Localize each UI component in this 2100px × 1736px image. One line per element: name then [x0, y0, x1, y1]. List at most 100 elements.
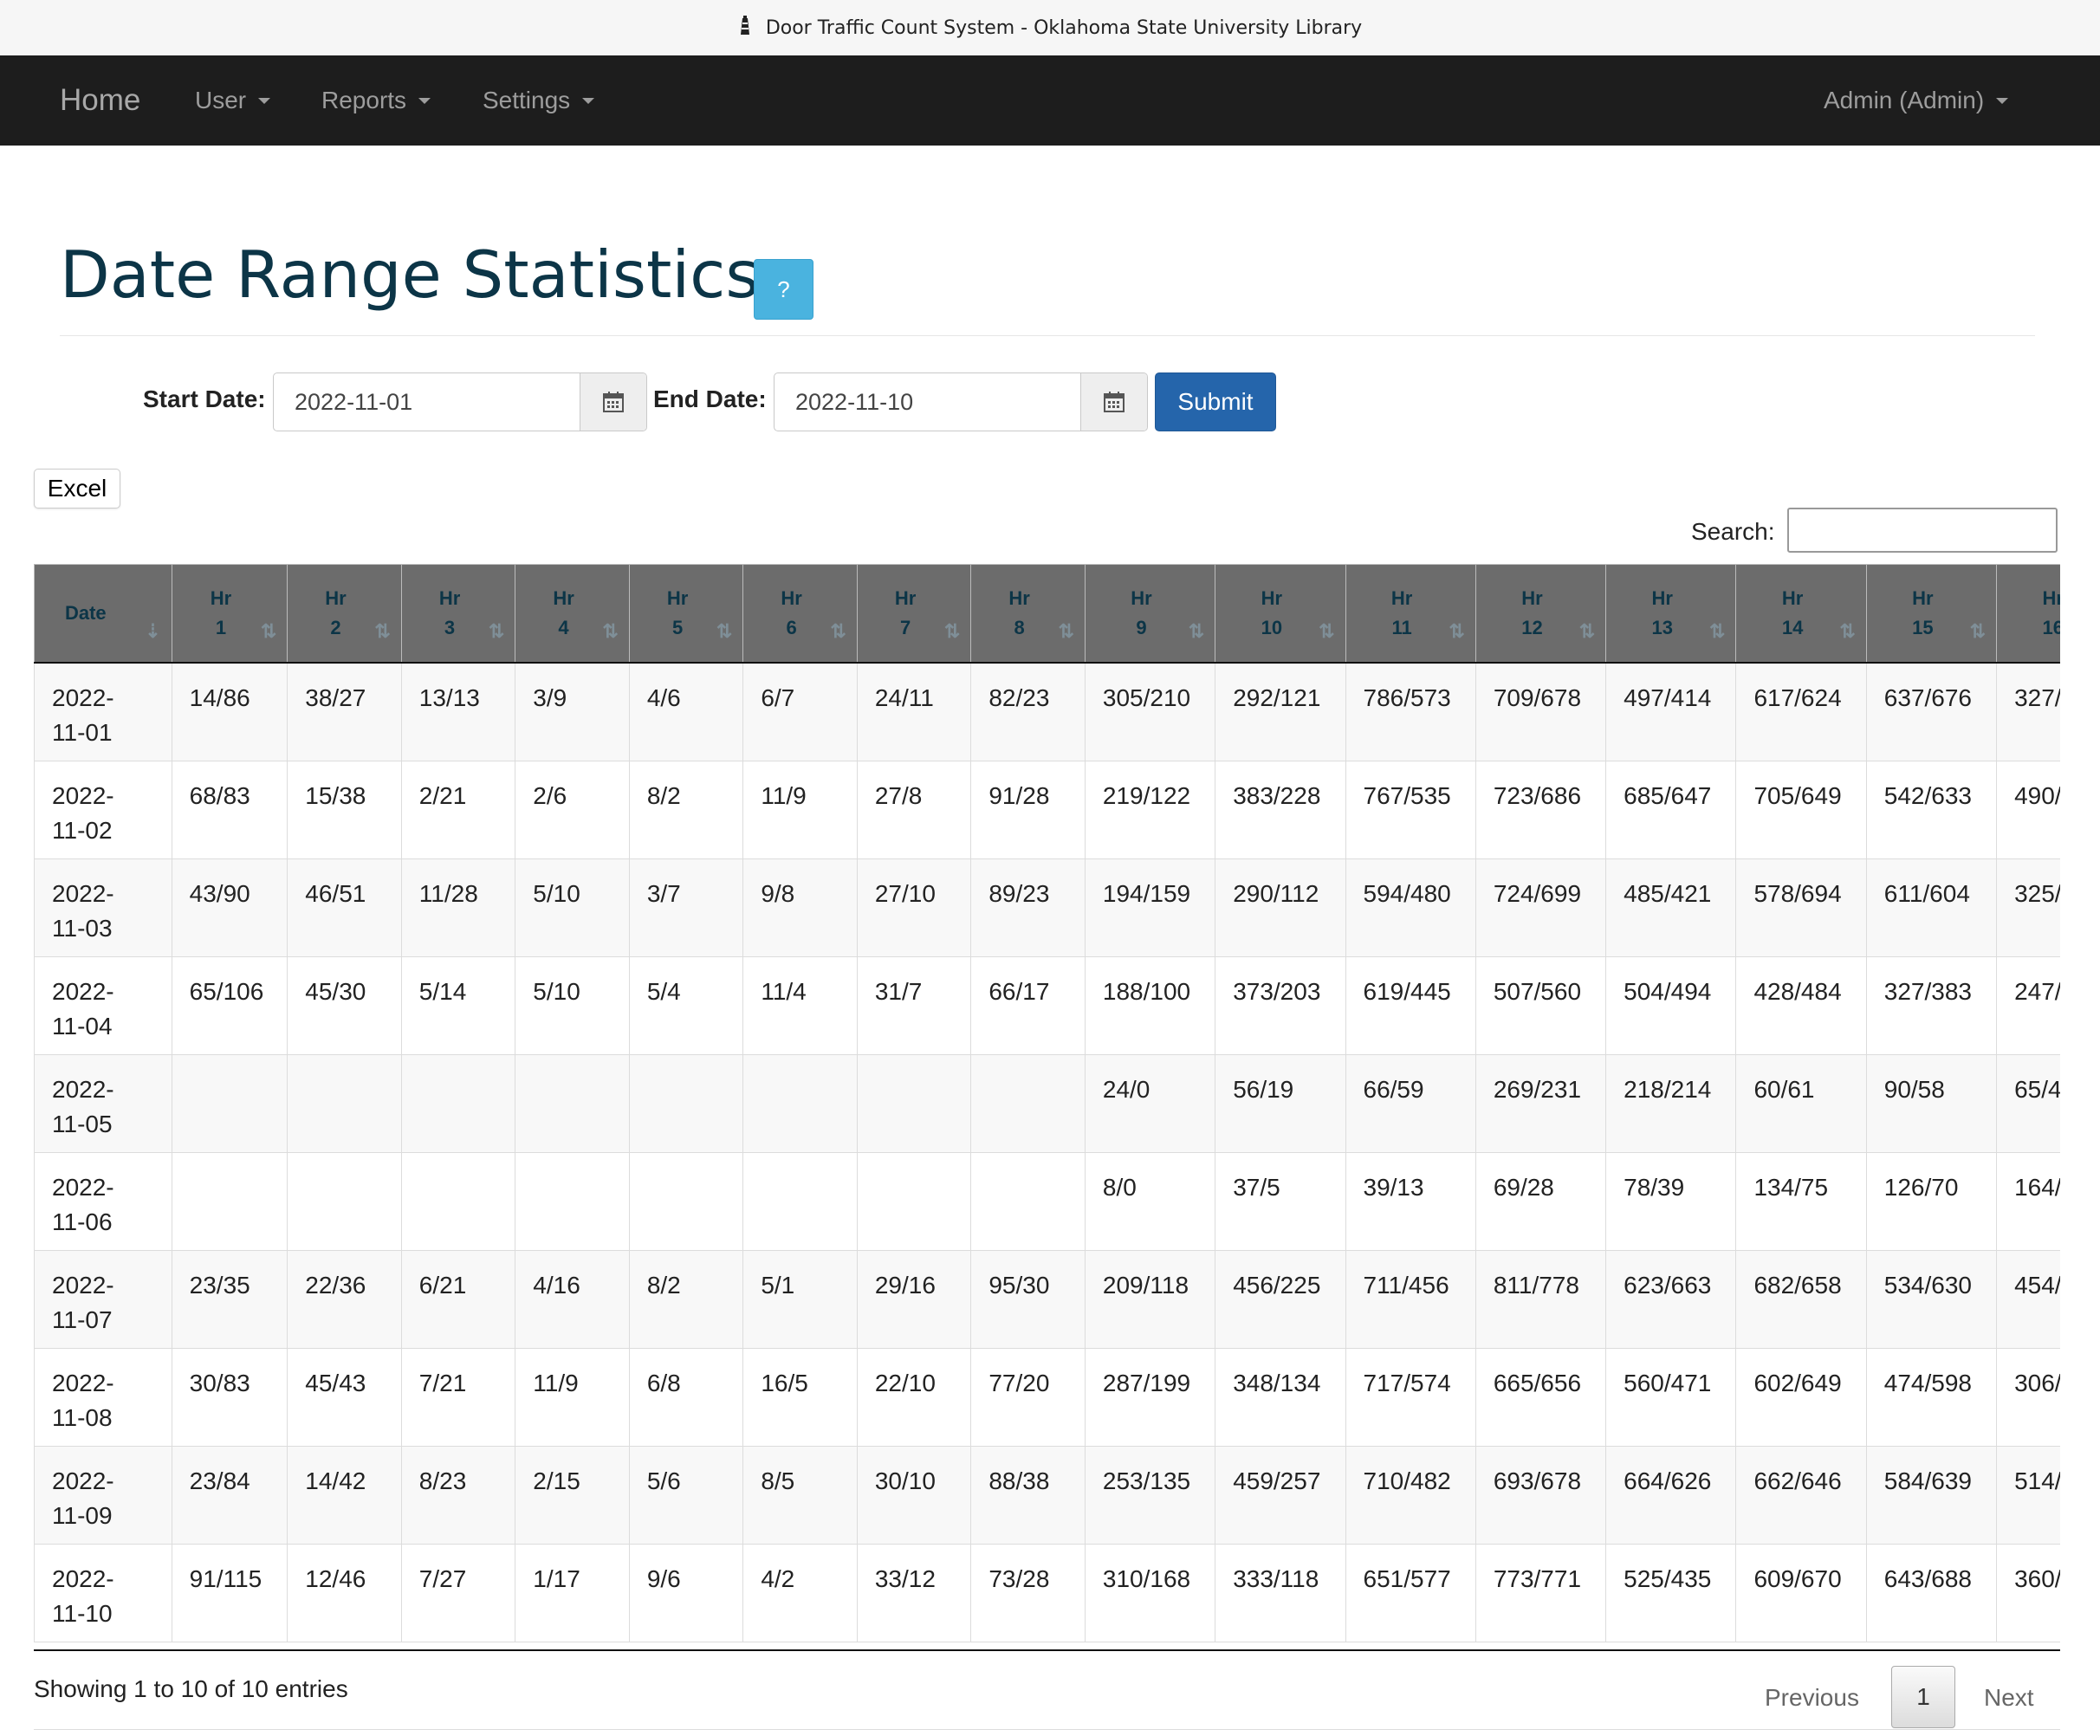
- table-cell: 710/482: [1345, 1445, 1476, 1545]
- column-header-hr-11[interactable]: Hr 11 ⇅: [1345, 564, 1476, 664]
- nav-reports-menu[interactable]: Reports: [321, 55, 431, 146]
- pagination-page-1[interactable]: 1: [1891, 1666, 1955, 1728]
- column-header-hr-8[interactable]: Hr 8 ⇅: [970, 564, 1086, 664]
- table-cell: 685/647: [1605, 760, 1737, 859]
- excel-export-button[interactable]: Excel: [34, 469, 120, 508]
- sort-icon[interactable]: ⇅: [716, 620, 732, 643]
- table-cell: 637/676: [1865, 662, 1998, 761]
- chevron-down-icon: [1996, 97, 2009, 104]
- table-cell: 29/16: [856, 1249, 972, 1349]
- table-row: 2022- 11-07 23/35 22/36 6/21 4/16 8/2 5/1 29/16 9…: [34, 1249, 2060, 1349]
- column-header-line1: Hr: [553, 587, 574, 609]
- column-header-line1: Hr: [438, 587, 461, 609]
- sort-icon[interactable]: ⇅: [374, 620, 390, 643]
- table-cell: 2/15: [515, 1445, 630, 1545]
- column-header-hr-14[interactable]: Hr 14 ⇅: [1735, 564, 1867, 664]
- table-cell: [628, 1053, 744, 1153]
- top-navbar: Home User Reports Settings Admin (Admin): [0, 55, 2100, 146]
- column-header-hr-3[interactable]: Hr 3 ⇅: [400, 564, 516, 664]
- pagination-previous[interactable]: Previous: [1765, 1684, 1859, 1712]
- table-cell: 348/134: [1215, 1347, 1346, 1447]
- table-cell: 682/658: [1735, 1249, 1867, 1349]
- date-cell: 2022- 11-06: [34, 1151, 172, 1251]
- column-header-line1: Hr: [1651, 587, 1673, 609]
- sort-icon[interactable]: ⇅: [261, 620, 276, 643]
- table-cell: [171, 1053, 288, 1153]
- column-header-hr-10[interactable]: Hr 10 ⇅: [1215, 564, 1346, 664]
- sort-icon[interactable]: ⇅: [944, 620, 960, 643]
- lighthouse-icon: [738, 14, 752, 42]
- calendar-icon[interactable]: [1080, 373, 1147, 431]
- table-cell: 1/17: [515, 1543, 630, 1642]
- pagination-next[interactable]: Next: [1984, 1684, 2034, 1712]
- table-cell: 786/573: [1345, 662, 1476, 761]
- sort-icon[interactable]: ⇅: [1709, 620, 1725, 643]
- column-header-line1: Hr: [325, 587, 347, 609]
- column-header-hr-7[interactable]: Hr 7 ⇅: [856, 564, 972, 664]
- table-cell: 9/6: [628, 1543, 744, 1642]
- column-header-date[interactable]: Date ⇣: [34, 564, 172, 664]
- nav-user-menu[interactable]: User: [195, 55, 271, 146]
- start-date-input[interactable]: 2022-11-01: [274, 373, 580, 431]
- sort-icon[interactable]: ⇅: [830, 620, 846, 643]
- footer-divider: [34, 1729, 2060, 1730]
- table-cell: 45/30: [287, 955, 402, 1055]
- sort-icon[interactable]: ⇅: [1839, 620, 1855, 643]
- search-input[interactable]: [1787, 508, 2058, 553]
- column-header-hr-2[interactable]: Hr 2 ⇅: [287, 564, 402, 664]
- table-cell: 609/670: [1735, 1543, 1867, 1642]
- nav-settings-label: Settings: [483, 87, 571, 113]
- column-header-hr-4[interactable]: Hr 4 ⇅: [515, 564, 630, 664]
- window-titlebar: Door Traffic Count System - Oklahoma Sta…: [0, 0, 2100, 56]
- column-header-hr-16[interactable]: Hr16⇅: [1996, 564, 2060, 664]
- date-year: 2022-: [52, 879, 114, 907]
- column-header-line1: Hr: [1261, 587, 1283, 609]
- end-date-input[interactable]: 2022-11-10: [775, 373, 1080, 431]
- table-cell: 497/414: [1605, 662, 1737, 761]
- column-header-line2: 11: [1391, 617, 1412, 638]
- table-cell: 5/10: [515, 858, 630, 957]
- table-cell: 662/646: [1735, 1445, 1867, 1545]
- sort-icon[interactable]: ⇅: [1970, 620, 1986, 643]
- submit-button[interactable]: Submit: [1155, 372, 1276, 431]
- nav-account-menu[interactable]: Admin (Admin): [1824, 55, 2009, 146]
- sort-icon[interactable]: ⇅: [602, 620, 618, 643]
- date-year: 2022-: [52, 977, 114, 1005]
- nav-home-link[interactable]: Home: [60, 55, 140, 146]
- column-header-hr-1[interactable]: Hr 1 ⇅: [171, 564, 288, 664]
- column-header-line1: Hr: [1131, 587, 1152, 609]
- table-cell: 8/5: [742, 1445, 858, 1545]
- table-cell: 8/2: [628, 760, 744, 859]
- date-year: 2022-: [52, 1467, 114, 1494]
- calendar-icon[interactable]: [580, 373, 646, 431]
- table-cell: 292/121: [1215, 662, 1346, 761]
- table-cell: 15/38: [287, 760, 402, 859]
- column-header-hr-13[interactable]: Hr 13 ⇅: [1605, 564, 1737, 664]
- column-header-hr-5[interactable]: Hr 5 ⇅: [628, 564, 744, 664]
- table-cell: 525/435: [1605, 1543, 1737, 1642]
- help-button[interactable]: ?: [754, 259, 813, 320]
- sort-icon[interactable]: ⇅: [1189, 620, 1204, 643]
- column-header-line1: Hr: [781, 587, 802, 609]
- date-cell: 2022- 11-05: [34, 1053, 172, 1153]
- column-header-hr-6[interactable]: Hr 6 ⇅: [742, 564, 858, 664]
- sort-icon[interactable]: ⇅: [1449, 620, 1464, 643]
- table-cell: 507/560: [1475, 955, 1607, 1055]
- nav-settings-menu[interactable]: Settings: [483, 55, 595, 146]
- table-cell: 584/639: [1865, 1445, 1998, 1545]
- table-row: 2022- 11-01 14/86 38/27 13/13 3/9 4/6 6/7 24/11 8…: [34, 662, 2060, 761]
- table-cell: [628, 1151, 744, 1251]
- column-header-hr-9[interactable]: Hr 9 ⇅: [1084, 564, 1216, 664]
- table-cell: 709/678: [1475, 662, 1607, 761]
- sort-icon[interactable]: ⇅: [489, 620, 504, 643]
- column-header-hr-12[interactable]: Hr 12 ⇅: [1475, 564, 1607, 664]
- sort-icon[interactable]: ⇅: [1579, 620, 1595, 643]
- sort-ascending-icon[interactable]: ⇣: [145, 620, 160, 643]
- sort-icon[interactable]: ⇅: [1058, 620, 1073, 643]
- column-header-hr-15[interactable]: Hr 15 ⇅: [1865, 564, 1998, 664]
- table-cell: 46/51: [287, 858, 402, 957]
- table-cell: 56/19: [1215, 1053, 1346, 1153]
- sort-icon[interactable]: ⇅: [1319, 620, 1334, 643]
- table-cell: 305/210: [1084, 662, 1216, 761]
- table-cell: 459/257: [1215, 1445, 1346, 1545]
